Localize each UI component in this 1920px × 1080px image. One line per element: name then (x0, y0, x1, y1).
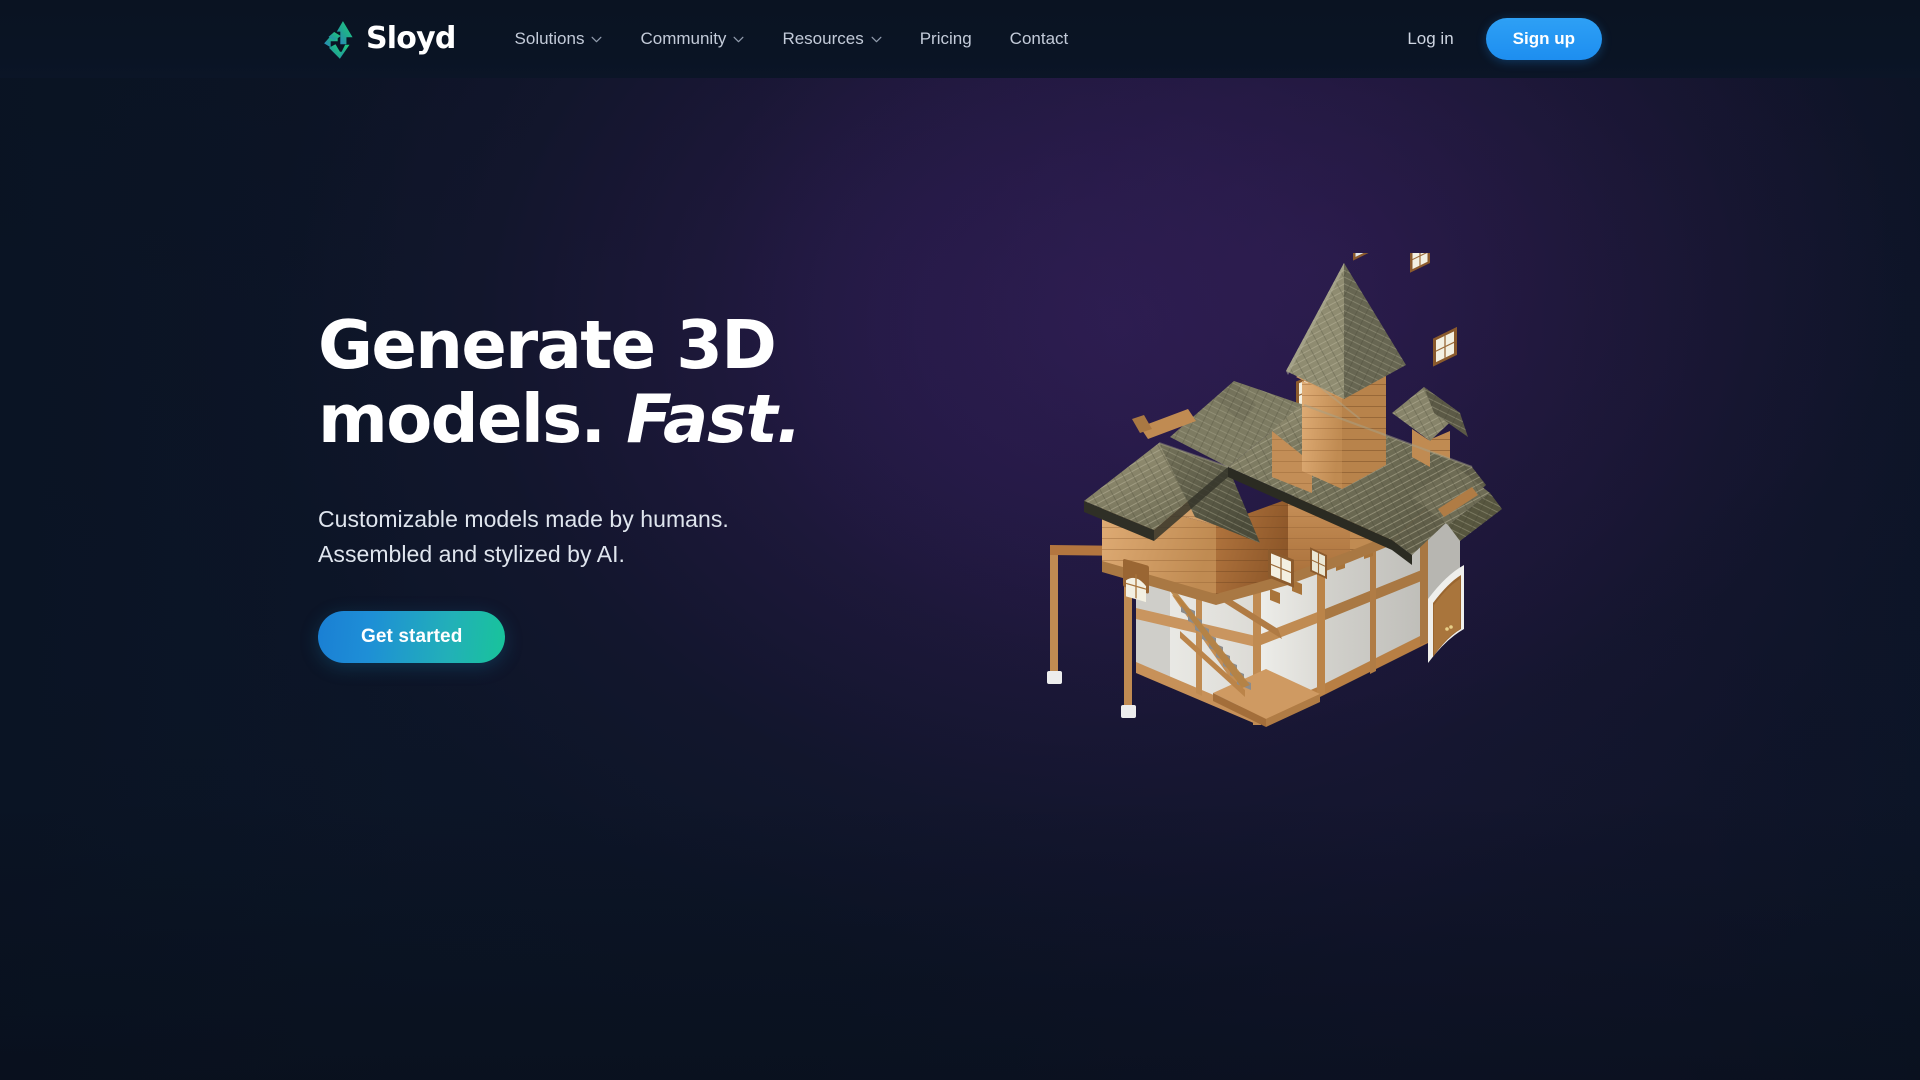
headline-emphasis: Fast. (626, 379, 802, 458)
nav-label-solutions: Solutions (514, 29, 585, 48)
nav-item-pricing[interactable]: Pricing (901, 21, 991, 57)
subheadline-line-1: Customizable models made by humans. (318, 506, 729, 533)
chevron-down-icon (733, 36, 744, 43)
nav-item-resources[interactable]: Resources (763, 21, 900, 57)
site-header: Sloyd Solutions Community Resources Pric… (0, 0, 1920, 78)
hero-subheadline: Customizable models made by humans. Asse… (318, 502, 788, 571)
nav-item-contact[interactable]: Contact (991, 21, 1088, 57)
sloyd-recycle-triangle-logo-icon (318, 18, 360, 60)
medieval-wooden-house-3d-model-icon (1020, 253, 1540, 833)
primary-navigation: Solutions Community Resources Pricing Co… (496, 21, 1088, 57)
header-actions: Log in Sign up (1393, 18, 1602, 60)
nav-label-community: Community (640, 29, 727, 48)
header-inner: Sloyd Solutions Community Resources Pric… (0, 18, 1920, 60)
get-started-button[interactable]: Get started (318, 611, 506, 664)
signup-button[interactable]: Sign up (1485, 18, 1602, 60)
nav-label-pricing: Pricing (919, 29, 972, 48)
hero-copy: Generate 3D models. Fast. Customizable m… (318, 308, 958, 664)
page-title: Generate 3D models. Fast. (318, 308, 958, 458)
brand-wordmark: Sloyd (366, 21, 456, 56)
nav-item-community[interactable]: Community (621, 21, 763, 57)
hero-section: Generate 3D models. Fast. Customizable m… (0, 78, 1920, 1080)
nav-label-contact: Contact (1009, 29, 1069, 48)
landing-page: Sloyd Solutions Community Resources Pric… (0, 0, 1920, 1080)
login-link[interactable]: Log in (1393, 21, 1467, 57)
chevron-down-icon (591, 36, 602, 43)
nav-item-solutions[interactable]: Solutions (496, 21, 622, 57)
chevron-down-icon (871, 36, 882, 43)
subheadline-line-2: Assembled and stylized by AI. (318, 540, 625, 567)
nav-label-resources: Resources (782, 29, 864, 48)
sloyd-logo-link[interactable]: Sloyd (318, 18, 456, 60)
